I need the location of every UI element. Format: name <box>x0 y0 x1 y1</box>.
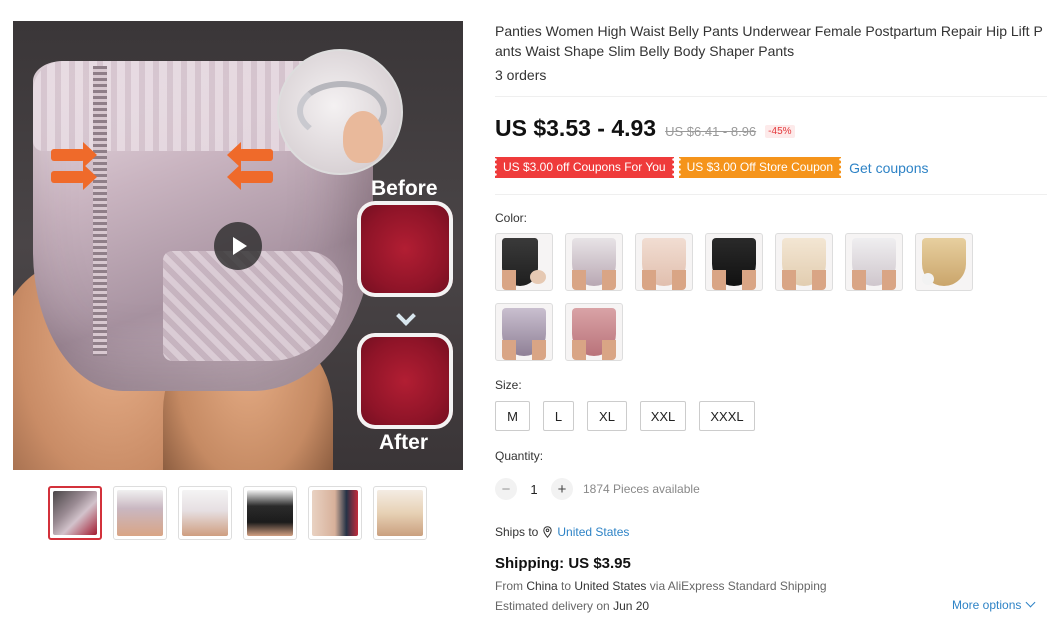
arrow-right-icon <box>51 164 97 190</box>
finger-detail <box>343 111 383 163</box>
color-swatch[interactable] <box>915 233 973 291</box>
route-origin: China <box>526 579 558 593</box>
color-options <box>495 233 973 361</box>
estimated-label: Estimated delivery on <box>495 599 614 613</box>
arrow-left-icon <box>227 164 273 190</box>
quantity-value[interactable]: 1 <box>517 482 551 497</box>
location-pin-icon <box>543 526 553 538</box>
divider <box>495 96 1047 97</box>
more-options-label: More options <box>952 598 1022 612</box>
route-from: From <box>495 579 527 593</box>
after-label: After <box>379 431 429 454</box>
thumbnail-image[interactable] <box>308 486 362 540</box>
arrow-right-icon <box>51 142 97 168</box>
shipping-cost: Shipping: US $3.95 <box>495 555 631 572</box>
size-options: M L XL XXL XXXL <box>495 401 768 431</box>
color-swatch[interactable] <box>705 233 763 291</box>
before-label: Before <box>371 177 438 200</box>
before-image <box>357 201 453 297</box>
thumbnail-image[interactable] <box>113 486 167 540</box>
thumbnail-image[interactable] <box>373 486 427 540</box>
thumbnail-image[interactable] <box>243 486 297 540</box>
chevron-down-icon <box>396 306 416 326</box>
route-to: to <box>557 579 575 593</box>
size-option-m[interactable]: M <box>495 401 530 431</box>
size-option-xxl[interactable]: XXL <box>640 401 686 431</box>
increase-quantity-button[interactable]: + <box>551 478 573 500</box>
quantity-label: Quantity: <box>495 449 544 463</box>
product-title: Panties Women High Waist Belly Pants Und… <box>495 23 1043 59</box>
color-swatch[interactable] <box>845 233 903 291</box>
quantity-stepper: − 1 + 1874 Pieces available <box>495 478 700 500</box>
after-image <box>357 333 453 429</box>
route-via: via AliExpress Standard Shipping <box>646 579 827 593</box>
price-row: US $3.53 - 4.93 US $6.41 - 8.96 -45% <box>495 115 795 142</box>
size-option-xl[interactable]: XL <box>587 401 627 431</box>
color-swatch[interactable] <box>565 303 623 361</box>
color-swatch[interactable] <box>565 233 623 291</box>
thumbnail-image[interactable] <box>178 486 232 540</box>
original-price: US $6.41 - 8.96 <box>665 124 757 139</box>
size-option-l[interactable]: L <box>543 401 574 431</box>
color-swatch[interactable] <box>775 233 833 291</box>
thumbnail-strip <box>48 486 427 540</box>
divider <box>495 194 1047 195</box>
color-swatch[interactable] <box>635 233 693 291</box>
thumbnail-image[interactable] <box>48 486 102 540</box>
chevron-down-icon <box>1025 597 1036 607</box>
route-destination: United States <box>574 579 647 593</box>
ships-to-label: Ships to <box>495 525 539 539</box>
coupons-row: US $3.00 off Coupons For You US $3.00 Of… <box>494 157 929 178</box>
arrow-left-icon <box>227 142 273 168</box>
pieces-available: 1874 Pieces available <box>583 482 700 496</box>
size-option-xxxl[interactable]: XXXL <box>699 401 755 431</box>
color-label: Color: <box>495 211 528 225</box>
ship-to-country[interactable]: United States <box>557 525 629 539</box>
play-icon[interactable] <box>214 222 262 270</box>
get-coupons-link[interactable]: Get coupons <box>849 160 928 176</box>
product-photo-lace <box>163 251 343 361</box>
color-swatch[interactable] <box>495 303 553 361</box>
more-options-link[interactable]: More options <box>952 597 1036 612</box>
ships-to: Ships to United States <box>495 525 629 539</box>
decrease-quantity-button[interactable]: − <box>495 478 517 500</box>
color-swatch[interactable] <box>495 233 553 291</box>
current-price: US $3.53 - 4.93 <box>495 115 657 141</box>
store-coupon[interactable]: US $3.00 Off Store Coupon <box>677 157 842 178</box>
detail-inset-image <box>277 49 403 175</box>
orders-count: 3 orders <box>495 67 547 83</box>
shipping-route: From China to United States via AliExpre… <box>495 579 827 593</box>
estimated-date: Jun 20 <box>613 599 650 613</box>
discount-badge: -45% <box>765 125 795 138</box>
main-product-image[interactable]: Before After <box>13 21 463 470</box>
estimated-delivery: Estimated delivery on Jun 20 <box>495 599 649 613</box>
size-label: Size: <box>495 378 522 392</box>
product-photo-zipper <box>93 66 107 356</box>
coupon-for-you[interactable]: US $3.00 off Coupons For You <box>494 157 675 178</box>
